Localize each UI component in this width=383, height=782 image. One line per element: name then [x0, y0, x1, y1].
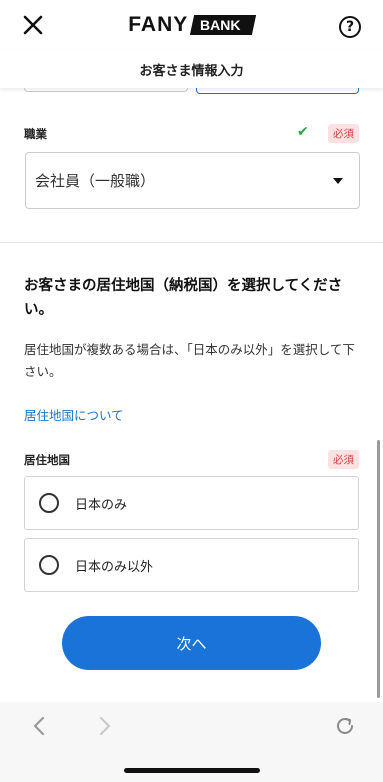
logo-bank-badge: BANK: [190, 15, 257, 35]
forward-arrow-icon[interactable]: [92, 714, 116, 738]
radio-option-label: 日本のみ: [75, 497, 128, 513]
residence-heading: お客さまの居住地国（納税国）を選択してください。: [24, 278, 343, 318]
occupation-select-value: 会社員（一般職）: [35, 172, 156, 190]
logo-main-text: FANY: [128, 13, 189, 36]
radio-option-other-than-japan[interactable]: 日本のみ以外: [24, 538, 359, 592]
section-divider: [0, 242, 383, 243]
previous-field-right[interactable]: [196, 88, 359, 94]
residence-required-badge: 必須: [328, 450, 359, 469]
occupation-required-badge: 必須: [328, 124, 359, 143]
residence-label: 居住地国: [24, 453, 70, 467]
previous-field-left[interactable]: [24, 88, 188, 92]
residence-info-link[interactable]: 居住地国について: [24, 405, 124, 424]
dropdown-arrow-icon: [333, 178, 343, 184]
back-arrow-icon[interactable]: [28, 714, 52, 738]
checkmark-icon: ✔: [297, 124, 309, 140]
home-indicator: [124, 768, 260, 773]
scrollbar[interactable]: [377, 440, 380, 698]
radio-circle-icon[interactable]: [39, 493, 59, 513]
occupation-select[interactable]: 会社員（一般職）: [25, 152, 360, 209]
browser-toolbar: [0, 702, 383, 782]
occupation-label: 職業: [24, 127, 47, 141]
fany-bank-logo: FANY BANK: [128, 13, 257, 37]
form-content: 職業 ✔ 必須 会社員（一般職） お客さまの居住地国（納税国）を選択してください…: [0, 88, 383, 702]
radio-circle-icon[interactable]: [39, 555, 59, 575]
next-button[interactable]: 次へ: [62, 616, 321, 670]
radio-option-label: 日本のみ以外: [75, 559, 154, 575]
help-icon[interactable]: ?: [339, 16, 361, 38]
close-icon[interactable]: [20, 12, 46, 38]
reload-icon[interactable]: [333, 714, 357, 738]
radio-option-japan-only[interactable]: 日本のみ: [24, 476, 359, 530]
logo-sub-text: BANK: [200, 17, 241, 33]
app-header: FANY BANK ?: [0, 0, 383, 50]
residence-description: 居住地国が複数ある場合は、「日本のみ以外」を選択して下さい。: [24, 342, 355, 379]
page-title-bar: お客さま情報入力: [0, 50, 383, 88]
help-label: ?: [345, 19, 355, 35]
page-title: お客さま情報入力: [139, 63, 244, 79]
